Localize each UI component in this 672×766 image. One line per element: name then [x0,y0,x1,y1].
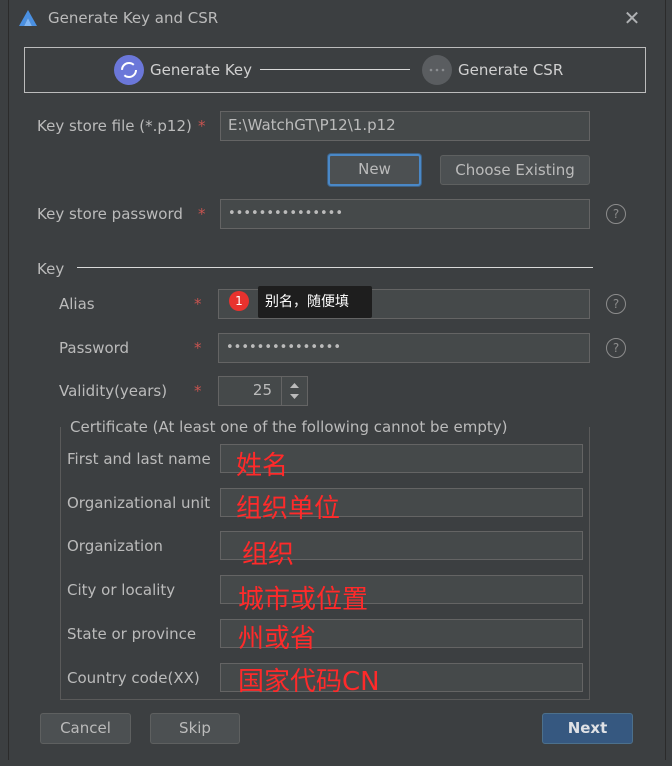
next-button[interactable]: Next [542,713,633,744]
step-pending-icon [422,55,452,85]
required-mark: * [198,205,206,223]
required-mark: * [194,382,202,400]
app-logo-icon [19,10,37,26]
required-mark: * [198,117,206,135]
step-badge: 1 [229,291,249,311]
step-generate-csr: Generate CSR [458,61,564,79]
certificate-legend: Certificate (At least one of the followi… [67,418,511,436]
key-password-input[interactable]: ••••••••••••••• [218,333,590,363]
cert-field-label: City or locality [67,581,176,599]
validity-spinner[interactable] [281,377,307,405]
keystore-file-label: Key store file (*.p12) [37,117,192,135]
keystore-password-input[interactable]: ••••••••••••••• [220,199,590,229]
new-button[interactable]: New [328,154,421,186]
cert-field-label: First and last name [67,450,211,468]
alias-label: Alias [59,295,95,313]
help-icon[interactable]: ? [606,294,626,314]
required-mark: * [194,339,202,357]
key-section-divider [77,267,593,268]
key-password-label: Password [59,339,130,357]
annotation-text: 州或省 [238,624,317,654]
required-mark: * [194,295,202,313]
step-active-icon [114,55,144,85]
cert-field-label: State or province [67,625,197,643]
skip-button[interactable]: Skip [150,713,240,744]
close-icon[interactable]: ✕ [620,6,644,30]
annotation-text: 组织 [242,540,295,570]
step-generate-key: Generate Key [150,61,253,79]
cert-field-label: Organizational unit [67,494,211,512]
choose-existing-button[interactable]: Choose Existing [440,155,590,185]
help-icon[interactable]: ? [606,338,626,358]
annotation-text: 国家代码CN [238,667,380,697]
annotation-text: 组织单位 [236,494,341,524]
step-connector [260,69,410,70]
cancel-button[interactable]: Cancel [40,713,131,744]
annotation-text: 城市或位置 [238,585,369,615]
window-title: Generate Key and CSR [48,9,219,27]
validity-label: Validity(years) [59,382,168,400]
alias-tooltip: 别名，随便填 [258,286,372,318]
help-icon[interactable]: ? [606,204,626,224]
annotation-text: 姓名 [236,451,289,481]
keystore-password-label: Key store password [37,205,183,223]
spin-up-icon [290,383,299,388]
cert-field-label: Country code(XX) [67,669,200,687]
key-section-title: Key [37,260,65,278]
cert-field-label: Organization [67,537,163,555]
spin-down-icon [290,394,299,399]
keystore-file-input[interactable]: E:\WatchGT\P12\1.p12 [220,111,590,141]
